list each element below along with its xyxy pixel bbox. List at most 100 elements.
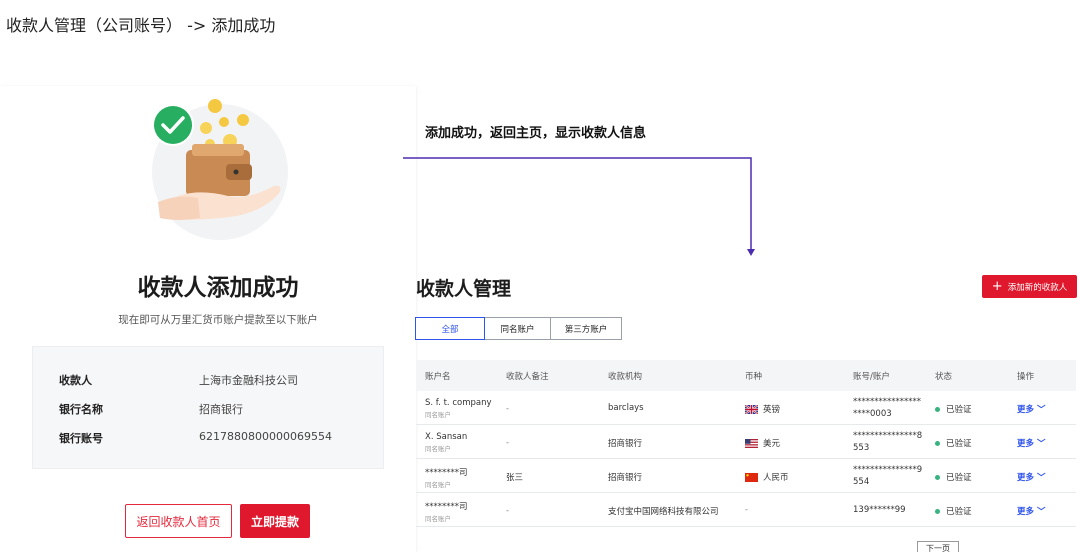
payee-info-box: 收款人 上海市金融科技公司 银行名称 招商银行 银行账号 62178808000… (32, 346, 384, 469)
more-label: 更多 (1017, 507, 1035, 517)
currency-cell: 英镑 (745, 403, 780, 415)
status-dot-icon (935, 509, 940, 514)
table-row[interactable]: ********司 同名账户 - 支付宝中国网络科技有限公司 - 139****… (416, 493, 1076, 527)
flow-annotation: 添加成功，返回主页，显示收款人信息 (425, 126, 647, 141)
success-panel: 收款人添加成功 现在即可从万里汇货币账户提款至以下账户 收款人 上海市金融科技公… (0, 86, 416, 552)
plus-icon: + (991, 279, 1003, 294)
account-name-cell: ********司 同名账户 (425, 466, 468, 489)
chevron-down-icon: ﹀ (1036, 507, 1046, 517)
status-cell: 已验证 (935, 437, 972, 449)
account-type: 同名账户 (425, 481, 451, 489)
more-actions-button[interactable]: 更多 ﹀ (1017, 403, 1046, 415)
column-header: 操作 (1017, 372, 1035, 382)
status-label: 已验证 (946, 473, 972, 483)
more-actions-button[interactable]: 更多 ﹀ (1017, 505, 1046, 517)
currency-cell: - (745, 505, 749, 515)
next-page-button[interactable]: 下一页 (917, 541, 959, 552)
chevron-down-icon: ﹀ (1036, 405, 1046, 415)
currency-cell: 人民币 (745, 471, 789, 483)
institution-cell: 招商银行 (608, 439, 643, 449)
account-type: 同名账户 (425, 445, 451, 453)
currency-cell: 美元 (745, 437, 780, 449)
more-actions-button[interactable]: 更多 ﹀ (1017, 471, 1046, 483)
bank-account-label: 银行账号 (59, 432, 103, 445)
account-number-line2: 554 (853, 477, 870, 487)
table-row[interactable]: X. Sansan 同名账户 - 招商银行 美元 ***************… (416, 425, 1076, 459)
account-number-line1: **************** (853, 397, 921, 407)
note-cell: - (506, 404, 510, 414)
account-number-cell: ***************8 553 (853, 430, 922, 454)
column-header: 收款人备注 (506, 372, 549, 382)
status-cell: 已验证 (935, 403, 972, 415)
page-title: 收款人管理（公司账号） -> 添加成功 (6, 16, 276, 35)
uk-flag-icon (745, 405, 758, 414)
note-cell: 张三 (506, 473, 524, 483)
account-number-cell: **************** ****0003 (853, 396, 921, 420)
institution-cell: 支付宝中国网络科技有限公司 (608, 507, 719, 517)
column-header: 账户名 (425, 372, 451, 382)
institution-cell: barclays (608, 403, 644, 413)
note-cell: - (506, 438, 510, 448)
account-type-tabs: 全部 同名账户 第三方账户 (415, 317, 622, 340)
more-label: 更多 (1017, 439, 1035, 449)
account-number-line2: 553 (853, 443, 870, 453)
currency-label: 人民币 (763, 473, 789, 483)
bank-name-value: 招商银行 (199, 403, 243, 416)
chevron-down-icon: ﹀ (1036, 473, 1046, 483)
payee-value: 上海市金融科技公司 (199, 374, 298, 387)
account-name-cell: S. f. t. company 同名账户 (425, 398, 492, 419)
account-number-cell: ***************9 554 (853, 464, 922, 488)
us-flag-icon (745, 439, 758, 448)
currency-label: 美元 (763, 439, 781, 449)
status-dot-icon (935, 441, 940, 446)
status-cell: 已验证 (935, 471, 972, 483)
account-name: ********司 (425, 468, 468, 478)
back-to-payees-button[interactable]: 返回收款人首页 (125, 504, 232, 538)
currency-label: 英镑 (763, 405, 781, 415)
note-cell: - (506, 506, 510, 516)
status-label: 已验证 (946, 405, 972, 415)
tab-same-name-account[interactable]: 同名账户 (485, 317, 551, 340)
account-name: ********司 (425, 502, 468, 512)
institution-cell: 招商银行 (608, 473, 643, 483)
table-row[interactable]: S. f. t. company 同名账户 - barclays 英镑 ****… (416, 391, 1076, 425)
status-dot-icon (935, 407, 940, 412)
payee-label: 收款人 (59, 374, 92, 387)
account-name-cell: ********司 同名账户 (425, 500, 468, 523)
bank-account-value: 6217880800000069554 (199, 430, 332, 443)
withdraw-now-button[interactable]: 立即提款 (240, 504, 310, 538)
payee-management-title: 收款人管理 (416, 278, 512, 300)
account-number-line1: ***************8 (853, 431, 923, 441)
status-label: 已验证 (946, 439, 972, 449)
add-payee-label: 添加新的收款人 (1007, 282, 1068, 293)
success-title: 收款人添加成功 (137, 275, 299, 301)
account-name: S. f. t. company (425, 398, 492, 408)
column-header: 账号/账户 (853, 372, 890, 382)
success-subtitle: 现在即可从万里汇货币账户提款至以下账户 (118, 314, 318, 326)
add-payee-button[interactable]: + 添加新的收款人 (982, 275, 1077, 298)
table-row[interactable]: ********司 同名账户 张三 招商银行 人民币 *************… (416, 459, 1076, 493)
account-name-cell: X. Sansan 同名账户 (425, 432, 467, 453)
account-number-line1: ***************9 (853, 465, 923, 475)
status-cell: 已验证 (935, 505, 972, 517)
column-header: 币种 (745, 372, 763, 382)
more-label: 更多 (1017, 473, 1035, 483)
column-header: 状态 (935, 372, 953, 382)
tab-third-party-account[interactable]: 第三方账户 (551, 317, 622, 340)
payee-table: 账户名 收款人备注 收款机构 币种 账号/账户 状态 操作 S. f. t. c… (416, 360, 1076, 527)
tab-all[interactable]: 全部 (415, 317, 485, 340)
column-header: 收款机构 (608, 372, 643, 382)
wallet-hand-illustration (152, 99, 288, 240)
status-dot-icon (935, 475, 940, 480)
account-type: 同名账户 (425, 411, 451, 419)
chevron-down-icon: ﹀ (1036, 439, 1046, 449)
account-number-cell: 139******99 (853, 505, 906, 515)
table-header: 账户名 收款人备注 收款机构 币种 账号/账户 状态 操作 (416, 360, 1076, 391)
status-label: 已验证 (946, 507, 972, 517)
more-actions-button[interactable]: 更多 ﹀ (1017, 437, 1046, 449)
more-label: 更多 (1017, 405, 1035, 415)
account-type: 同名账户 (425, 515, 451, 523)
bank-name-label: 银行名称 (59, 403, 103, 416)
account-number-line2: ****0003 (853, 409, 892, 419)
account-name: X. Sansan (425, 432, 468, 442)
